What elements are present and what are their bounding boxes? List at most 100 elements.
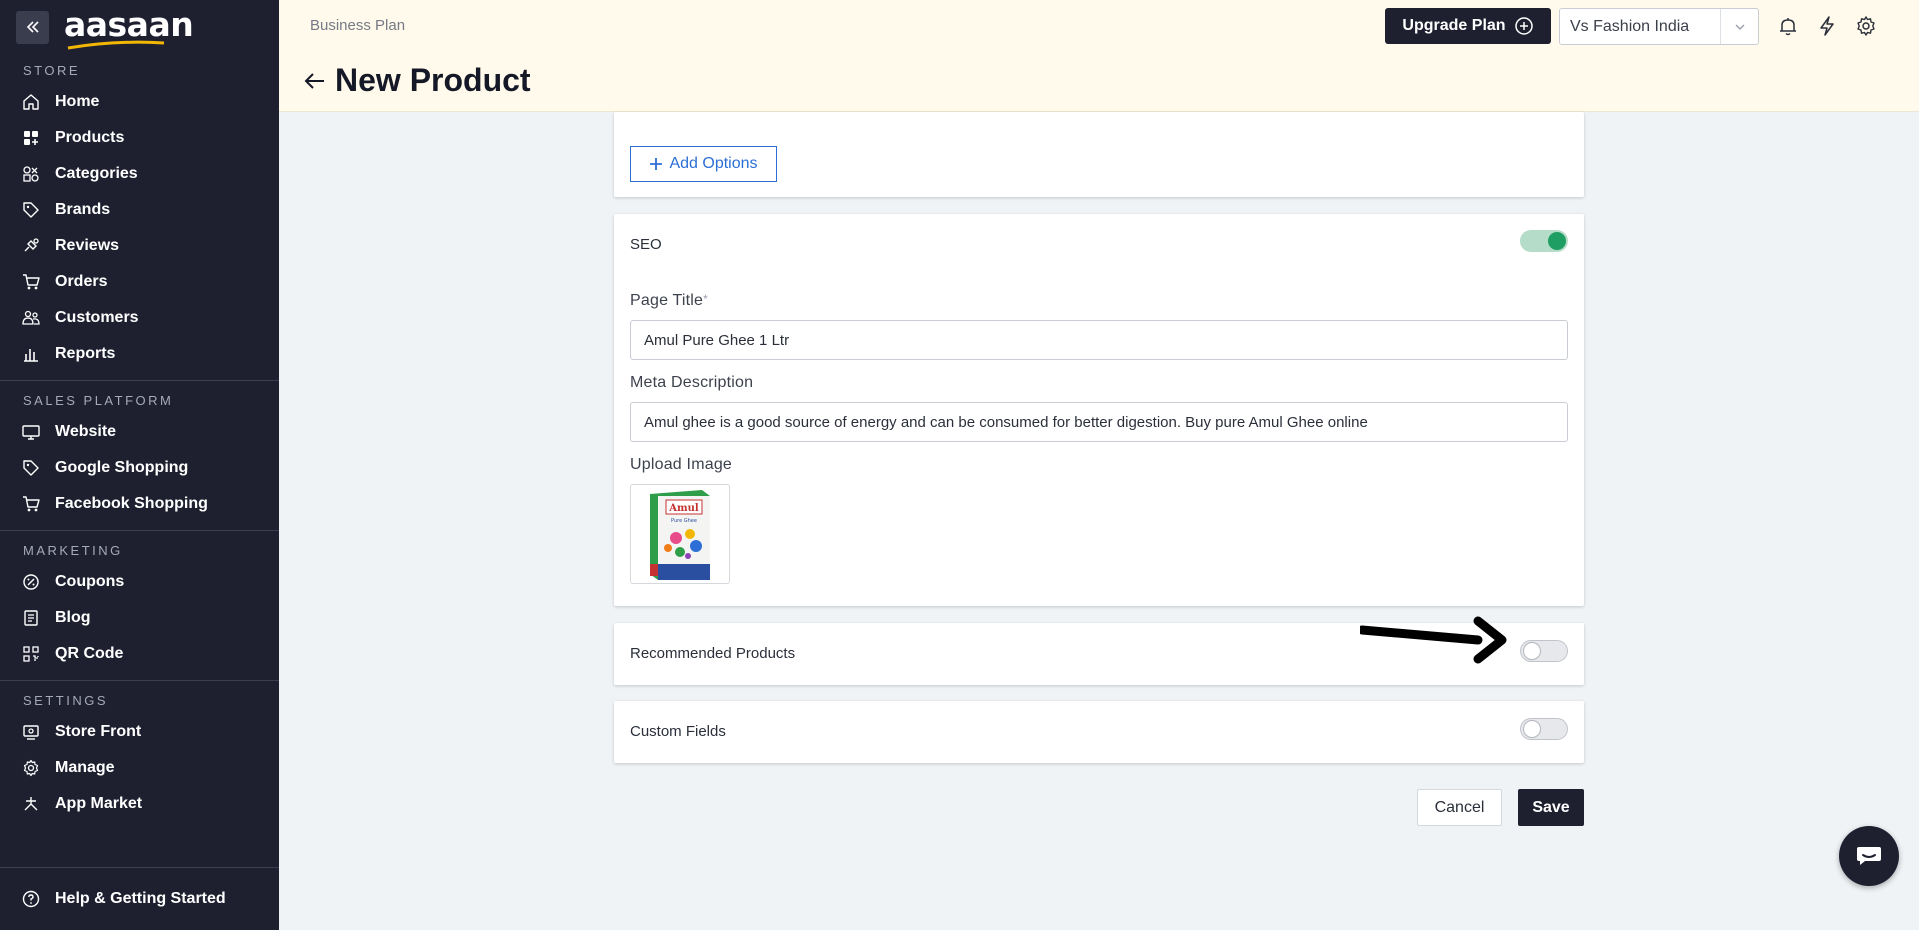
tag-icon	[22, 459, 40, 477]
sidebar-item-label: Brands	[55, 201, 111, 218]
gear-icon[interactable]	[1854, 14, 1878, 38]
sidebar: aasaan STORE Home Products Categories Brands…	[0, 0, 279, 930]
product-image: Amul Pure Ghee	[650, 490, 710, 580]
sidebar-item-google-shopping[interactable]: Google Shopping	[0, 450, 279, 486]
app-market-icon	[22, 795, 40, 813]
blog-icon	[22, 609, 40, 627]
toggle-knob	[1523, 642, 1541, 660]
sidebar-section-title: STORE	[23, 63, 81, 78]
top-header: Business Plan Upgrade Plan Vs Fashion In…	[279, 0, 1919, 112]
sidebar-item-label: Customers	[55, 309, 139, 326]
double-chevron-left-icon	[26, 21, 39, 33]
sidebar-item-blog[interactable]: Blog	[0, 600, 279, 636]
sidebar-item-label: Categories	[55, 165, 138, 182]
monitor-icon	[22, 423, 40, 441]
sidebar-item-label: Products	[55, 129, 125, 146]
cart-icon	[22, 273, 40, 291]
sidebar-item-facebook-shopping[interactable]: Facebook Shopping	[0, 486, 279, 522]
sidebar-item-products[interactable]: Products	[0, 120, 279, 156]
sidebar-divider	[0, 530, 279, 531]
logo-text: aasaan	[64, 4, 194, 44]
sidebar-item-customers[interactable]: Customers	[0, 300, 279, 336]
custom-fields-card: Custom Fields	[614, 701, 1584, 763]
recommended-products-toggle[interactable]	[1520, 640, 1568, 662]
seo-title: SEO	[630, 236, 662, 253]
sidebar-item-coupons[interactable]: Coupons	[0, 564, 279, 600]
sidebar-item-brands[interactable]: Brands	[0, 192, 279, 228]
home-icon	[22, 93, 40, 111]
image-brand-text: Amul	[668, 503, 699, 514]
sidebar-section-title: MARKETING	[23, 543, 123, 558]
sidebar-item-categories[interactable]: Categories	[0, 156, 279, 192]
sidebar-item-reviews[interactable]: Reviews	[0, 228, 279, 264]
store-selector[interactable]: Vs Fashion India	[1559, 8, 1759, 45]
sidebar-item-label: Manage	[55, 759, 115, 776]
annotation-arrow-icon	[1360, 616, 1507, 664]
meta-description-input[interactable]: Amul ghee is a good source of energy and…	[630, 402, 1568, 442]
image-caption-text: Pure Ghee	[671, 518, 697, 524]
chevron-down-icon[interactable]	[1720, 9, 1758, 44]
tag-icon	[22, 201, 40, 219]
page-heading: New Product	[301, 62, 531, 99]
sidebar-item-label: Website	[55, 423, 117, 440]
sidebar-item-qr-code[interactable]: QR Code	[0, 636, 279, 672]
page-title-input[interactable]: Amul Pure Ghee 1 Ltr	[630, 320, 1568, 360]
meta-description-value: Amul ghee is a good source of energy and…	[644, 413, 1368, 431]
plan-label: Business Plan	[310, 17, 406, 34]
back-arrow-icon[interactable]	[301, 67, 329, 95]
page-title-value: Amul Pure Ghee 1 Ltr	[644, 331, 790, 349]
reviews-icon	[22, 237, 40, 255]
bar-chart-icon	[22, 345, 40, 363]
categories-icon	[22, 165, 40, 183]
sidebar-item-app-market[interactable]: App Market	[0, 786, 279, 822]
collapse-sidebar-button[interactable]	[16, 10, 49, 44]
sidebar-item-label: Coupons	[55, 573, 125, 590]
sidebar-item-label: QR Code	[55, 645, 124, 662]
help-icon	[22, 890, 40, 908]
sidebar-item-orders[interactable]: Orders	[0, 264, 279, 300]
brand-logo[interactable]: aasaan	[64, 4, 194, 49]
uploaded-image-thumbnail[interactable]: Amul Pure Ghee	[630, 484, 730, 584]
save-button[interactable]: Save	[1518, 789, 1584, 826]
store-selector-value: Vs Fashion India	[1570, 17, 1690, 35]
help-getting-started-link[interactable]: Help & Getting Started	[0, 867, 279, 930]
users-icon	[22, 309, 40, 327]
custom-fields-title: Custom Fields	[630, 723, 726, 740]
seo-toggle[interactable]	[1520, 230, 1568, 252]
add-options-button[interactable]: Add Options	[630, 146, 777, 182]
upgrade-plan-label: Upgrade Plan	[1402, 17, 1506, 34]
lightning-icon[interactable]	[1815, 14, 1839, 38]
plus-icon	[650, 158, 663, 170]
add-options-label: Add Options	[669, 155, 758, 172]
meta-description-label: Meta Description	[630, 374, 754, 391]
sidebar-item-reports[interactable]: Reports	[0, 336, 279, 372]
upload-image-label: Upload Image	[630, 456, 733, 473]
bell-icon[interactable]	[1776, 14, 1800, 38]
page-title: New Product	[335, 62, 531, 98]
custom-fields-toggle[interactable]	[1520, 718, 1568, 740]
sidebar-item-label: Reviews	[55, 237, 120, 254]
plus-circle-icon	[1514, 17, 1533, 35]
sidebar-item-label: Store Front	[55, 723, 142, 740]
sidebar-item-website[interactable]: Website	[0, 414, 279, 450]
cancel-button[interactable]: Cancel	[1417, 789, 1502, 826]
sidebar-section-title: SALES PLATFORM	[23, 393, 174, 408]
logo-swoosh-icon	[67, 40, 165, 49]
sidebar-item-store-front[interactable]: Store Front	[0, 714, 279, 750]
required-marker: *	[703, 292, 709, 306]
chat-button[interactable]	[1839, 826, 1899, 886]
upgrade-plan-button[interactable]: Upgrade Plan	[1385, 8, 1551, 44]
sidebar-item-label: App Market	[55, 795, 143, 812]
seo-card: SEO Page Title* Amul Pure Ghee 1 Ltr Met…	[614, 214, 1584, 606]
help-label: Help & Getting Started	[55, 890, 226, 907]
sidebar-nav: STORE Home Products Categories Brands Reviews…	[0, 63, 279, 822]
page-title-label: Page Title*	[630, 292, 708, 310]
sidebar-item-label: Blog	[55, 609, 91, 626]
sidebar-item-manage[interactable]: Manage	[0, 750, 279, 786]
sidebar-section-title: SETTINGS	[23, 693, 109, 708]
sidebar-item-home[interactable]: Home	[0, 84, 279, 120]
sidebar-item-label: Reports	[55, 345, 116, 362]
recommended-products-title: Recommended Products	[630, 645, 796, 662]
sidebar-item-label: Home	[55, 93, 100, 110]
toggle-knob	[1523, 720, 1541, 738]
